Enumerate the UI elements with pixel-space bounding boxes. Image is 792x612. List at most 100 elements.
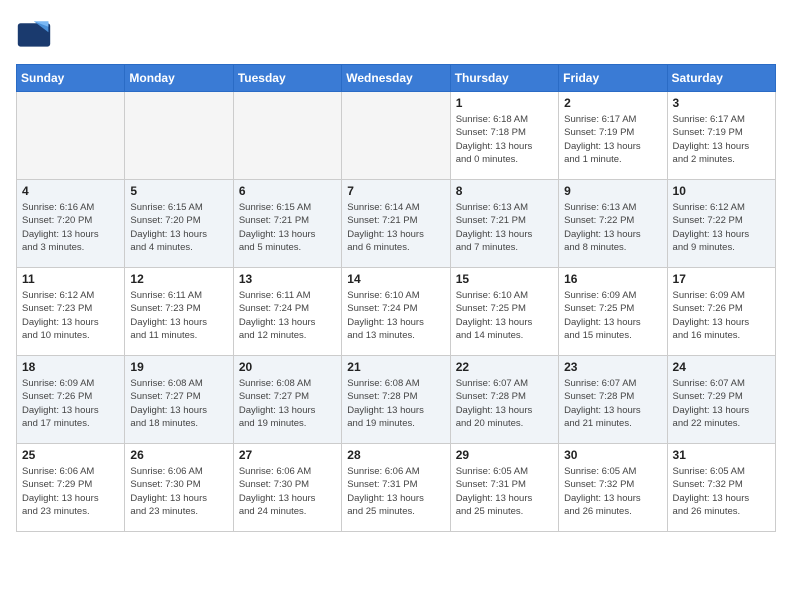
day-info: Sunrise: 6:05 AM Sunset: 7:32 PM Dayligh… bbox=[564, 465, 661, 518]
day-number: 24 bbox=[673, 360, 770, 374]
day-cell: 27Sunrise: 6:06 AM Sunset: 7:30 PM Dayli… bbox=[233, 444, 341, 532]
week-row-4: 18 Sunrise: 6:09 AM Sunset: 7:26 PM Dayli… bbox=[17, 356, 776, 444]
day-info: Sunrise: 6:10 AM Sunset: 7:24 PM Dayligh… bbox=[347, 289, 444, 342]
day-number: 8 bbox=[456, 184, 553, 198]
weekday-header-monday: Monday bbox=[125, 65, 233, 92]
day-info: Sunrise: 6:15 AM Sunset: 7:20 PM Dayligh… bbox=[130, 201, 227, 254]
day-cell: 1 Sunrise: 6:18 AM Sunset: 7:18 PM Daylig… bbox=[450, 92, 558, 180]
day-number: 2 bbox=[564, 96, 661, 110]
day-cell: 10 Sunrise: 6:12 AM Sunset: 7:22 PM Dayli… bbox=[667, 180, 775, 268]
weekday-header-friday: Friday bbox=[559, 65, 667, 92]
day-number: 30 bbox=[564, 448, 661, 462]
weekday-header-sunday: Sunday bbox=[17, 65, 125, 92]
day-info: Sunrise: 6:07 AM Sunset: 7:28 PM Dayligh… bbox=[456, 377, 553, 430]
day-number: 11 bbox=[22, 272, 119, 286]
logo bbox=[16, 16, 58, 52]
day-info: Sunrise: 6:08 AM Sunset: 7:27 PM Dayligh… bbox=[239, 377, 336, 430]
day-cell: 16 Sunrise: 6:09 AM Sunset: 7:25 PM Dayli… bbox=[559, 268, 667, 356]
day-cell: 25 Sunrise: 6:06 AM Sunset: 7:29 PM Dayli… bbox=[17, 444, 125, 532]
day-number: 1 bbox=[456, 96, 553, 110]
week-row-1: 1 Sunrise: 6:18 AM Sunset: 7:18 PM Daylig… bbox=[17, 92, 776, 180]
day-info: Sunrise: 6:09 AM Sunset: 7:26 PM Dayligh… bbox=[673, 289, 770, 342]
day-cell: 20 Sunrise: 6:08 AM Sunset: 7:27 PM Dayli… bbox=[233, 356, 341, 444]
day-cell: 17 Sunrise: 6:09 AM Sunset: 7:26 PM Dayli… bbox=[667, 268, 775, 356]
day-number: 18 bbox=[22, 360, 119, 374]
weekday-header-tuesday: Tuesday bbox=[233, 65, 341, 92]
day-cell: 5 Sunrise: 6:15 AM Sunset: 7:20 PM Daylig… bbox=[125, 180, 233, 268]
day-info: Sunrise: 6:06 AM Sunset: 7:30 PM Dayligh… bbox=[130, 465, 227, 518]
day-info: Sunrise: 6:18 AM Sunset: 7:18 PM Dayligh… bbox=[456, 113, 553, 166]
day-cell: 8 Sunrise: 6:13 AM Sunset: 7:21 PM Daylig… bbox=[450, 180, 558, 268]
day-number: 10 bbox=[673, 184, 770, 198]
day-info: Sunrise: 6:13 AM Sunset: 7:22 PM Dayligh… bbox=[564, 201, 661, 254]
day-cell bbox=[342, 92, 450, 180]
day-info: Sunrise: 6:07 AM Sunset: 7:28 PM Dayligh… bbox=[564, 377, 661, 430]
weekday-header-saturday: Saturday bbox=[667, 65, 775, 92]
day-info: Sunrise: 6:09 AM Sunset: 7:25 PM Dayligh… bbox=[564, 289, 661, 342]
day-info: Sunrise: 6:09 AM Sunset: 7:26 PM Dayligh… bbox=[22, 377, 119, 430]
day-info: Sunrise: 6:17 AM Sunset: 7:19 PM Dayligh… bbox=[673, 113, 770, 166]
day-info: Sunrise: 6:06 AM Sunset: 7:31 PM Dayligh… bbox=[347, 465, 444, 518]
day-info: Sunrise: 6:16 AM Sunset: 7:20 PM Dayligh… bbox=[22, 201, 119, 254]
day-number: 25 bbox=[22, 448, 119, 462]
day-cell: 7 Sunrise: 6:14 AM Sunset: 7:21 PM Daylig… bbox=[342, 180, 450, 268]
day-info: Sunrise: 6:17 AM Sunset: 7:19 PM Dayligh… bbox=[564, 113, 661, 166]
day-cell: 6 Sunrise: 6:15 AM Sunset: 7:21 PM Daylig… bbox=[233, 180, 341, 268]
day-info: Sunrise: 6:14 AM Sunset: 7:21 PM Dayligh… bbox=[347, 201, 444, 254]
day-number: 15 bbox=[456, 272, 553, 286]
day-info: Sunrise: 6:13 AM Sunset: 7:21 PM Dayligh… bbox=[456, 201, 553, 254]
week-row-2: 4 Sunrise: 6:16 AM Sunset: 7:20 PM Daylig… bbox=[17, 180, 776, 268]
day-number: 12 bbox=[130, 272, 227, 286]
day-cell bbox=[17, 92, 125, 180]
day-number: 4 bbox=[22, 184, 119, 198]
day-number: 20 bbox=[239, 360, 336, 374]
weekday-header-thursday: Thursday bbox=[450, 65, 558, 92]
day-info: Sunrise: 6:15 AM Sunset: 7:21 PM Dayligh… bbox=[239, 201, 336, 254]
day-cell: 4 Sunrise: 6:16 AM Sunset: 7:20 PM Daylig… bbox=[17, 180, 125, 268]
day-cell: 30 Sunrise: 6:05 AM Sunset: 7:32 PM Dayli… bbox=[559, 444, 667, 532]
day-info: Sunrise: 6:06 AM Sunset: 7:29 PM Dayligh… bbox=[22, 465, 119, 518]
day-info: Sunrise: 6:05 AM Sunset: 7:32 PM Dayligh… bbox=[673, 465, 770, 518]
day-number: 28 bbox=[347, 448, 444, 462]
day-number: 13 bbox=[239, 272, 336, 286]
day-info: Sunrise: 6:11 AM Sunset: 7:24 PM Dayligh… bbox=[239, 289, 336, 342]
day-info: Sunrise: 6:07 AM Sunset: 7:29 PM Dayligh… bbox=[673, 377, 770, 430]
logo-icon bbox=[16, 16, 52, 52]
day-cell: 12Sunrise: 6:11 AM Sunset: 7:23 PM Dayli… bbox=[125, 268, 233, 356]
day-number: 7 bbox=[347, 184, 444, 198]
day-cell: 18 Sunrise: 6:09 AM Sunset: 7:26 PM Dayli… bbox=[17, 356, 125, 444]
day-number: 31 bbox=[673, 448, 770, 462]
day-cell: 21Sunrise: 6:08 AM Sunset: 7:28 PM Dayli… bbox=[342, 356, 450, 444]
day-cell: 15 Sunrise: 6:10 AM Sunset: 7:25 PM Dayli… bbox=[450, 268, 558, 356]
day-info: Sunrise: 6:12 AM Sunset: 7:23 PM Dayligh… bbox=[22, 289, 119, 342]
day-number: 6 bbox=[239, 184, 336, 198]
day-number: 29 bbox=[456, 448, 553, 462]
calendar-table: SundayMondayTuesdayWednesdayThursdayFrid… bbox=[16, 64, 776, 532]
day-cell: 22Sunrise: 6:07 AM Sunset: 7:28 PM Dayli… bbox=[450, 356, 558, 444]
day-cell: 11 Sunrise: 6:12 AM Sunset: 7:23 PM Dayli… bbox=[17, 268, 125, 356]
day-info: Sunrise: 6:10 AM Sunset: 7:25 PM Dayligh… bbox=[456, 289, 553, 342]
day-number: 26 bbox=[130, 448, 227, 462]
day-info: Sunrise: 6:06 AM Sunset: 7:30 PM Dayligh… bbox=[239, 465, 336, 518]
day-info: Sunrise: 6:08 AM Sunset: 7:27 PM Dayligh… bbox=[130, 377, 227, 430]
day-info: Sunrise: 6:08 AM Sunset: 7:28 PM Dayligh… bbox=[347, 377, 444, 430]
day-cell bbox=[125, 92, 233, 180]
day-number: 14 bbox=[347, 272, 444, 286]
day-number: 19 bbox=[130, 360, 227, 374]
day-info: Sunrise: 6:05 AM Sunset: 7:31 PM Dayligh… bbox=[456, 465, 553, 518]
weekday-header-wednesday: Wednesday bbox=[342, 65, 450, 92]
day-cell: 9Sunrise: 6:13 AM Sunset: 7:22 PM Daylig… bbox=[559, 180, 667, 268]
day-cell: 28 Sunrise: 6:06 AM Sunset: 7:31 PM Dayli… bbox=[342, 444, 450, 532]
week-row-3: 11 Sunrise: 6:12 AM Sunset: 7:23 PM Dayli… bbox=[17, 268, 776, 356]
day-cell: 24 Sunrise: 6:07 AM Sunset: 7:29 PM Dayli… bbox=[667, 356, 775, 444]
page-header bbox=[16, 16, 776, 52]
day-info: Sunrise: 6:12 AM Sunset: 7:22 PM Dayligh… bbox=[673, 201, 770, 254]
day-number: 3 bbox=[673, 96, 770, 110]
day-number: 23 bbox=[564, 360, 661, 374]
day-number: 5 bbox=[130, 184, 227, 198]
weekday-header-row: SundayMondayTuesdayWednesdayThursdayFrid… bbox=[17, 65, 776, 92]
day-number: 16 bbox=[564, 272, 661, 286]
day-number: 17 bbox=[673, 272, 770, 286]
day-cell: 23 Sunrise: 6:07 AM Sunset: 7:28 PM Dayli… bbox=[559, 356, 667, 444]
day-cell: 31 Sunrise: 6:05 AM Sunset: 7:32 PM Dayli… bbox=[667, 444, 775, 532]
